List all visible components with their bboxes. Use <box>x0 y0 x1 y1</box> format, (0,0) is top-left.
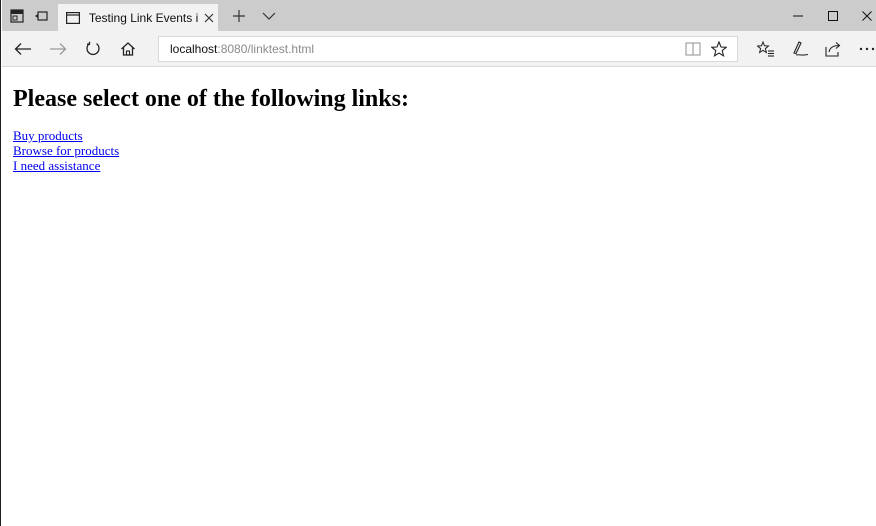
maximize-icon[interactable] <box>823 6 843 26</box>
close-icon[interactable] <box>200 9 218 27</box>
address-bar[interactable]: localhost:8080/linktest.html <box>158 36 738 62</box>
chevron-down-icon[interactable] <box>259 6 279 26</box>
star-icon[interactable] <box>709 39 729 59</box>
plus-icon[interactable] <box>229 6 249 26</box>
page-content: Please select one of the following links… <box>2 68 876 526</box>
buy-products-link[interactable]: Buy products <box>13 128 119 143</box>
minimize-icon[interactable] <box>788 6 808 26</box>
share-icon[interactable] <box>822 38 844 60</box>
back-arrow-icon[interactable] <box>12 38 34 60</box>
navigation-bar: localhost:8080/linktest.html <box>2 31 876 67</box>
reading-view-icon[interactable] <box>683 39 703 59</box>
page-heading: Please select one of the following links… <box>13 86 409 112</box>
favorites-hub-icon[interactable] <box>755 38 777 60</box>
refresh-icon[interactable] <box>82 38 104 60</box>
url-host: localhost <box>170 42 218 56</box>
more-icon[interactable] <box>856 38 876 60</box>
need-assistance-link[interactable]: I need assistance <box>13 158 119 173</box>
forward-arrow-icon[interactable] <box>47 38 69 60</box>
close-window-icon[interactable] <box>857 6 876 26</box>
set-aside-tabs-icon[interactable] <box>31 6 51 26</box>
tab-page-icon <box>63 8 83 28</box>
browser-window: Testing Link Events in Pl <box>0 0 876 526</box>
browse-products-link[interactable]: Browse for products <box>13 143 119 158</box>
tab-title: Testing Link Events in Pl <box>88 10 199 25</box>
pen-icon[interactable] <box>789 38 811 60</box>
tab-preview-icon[interactable] <box>7 6 27 26</box>
tab-strip: Testing Link Events in Pl <box>2 0 876 31</box>
url-text[interactable]: localhost:8080/linktest.html <box>170 42 314 56</box>
home-icon[interactable] <box>117 38 139 60</box>
url-path: :8080/linktest.html <box>217 42 315 56</box>
link-list: Buy products Browse for products I need … <box>13 128 119 173</box>
tab-active[interactable]: Testing Link Events in Pl <box>58 4 218 31</box>
